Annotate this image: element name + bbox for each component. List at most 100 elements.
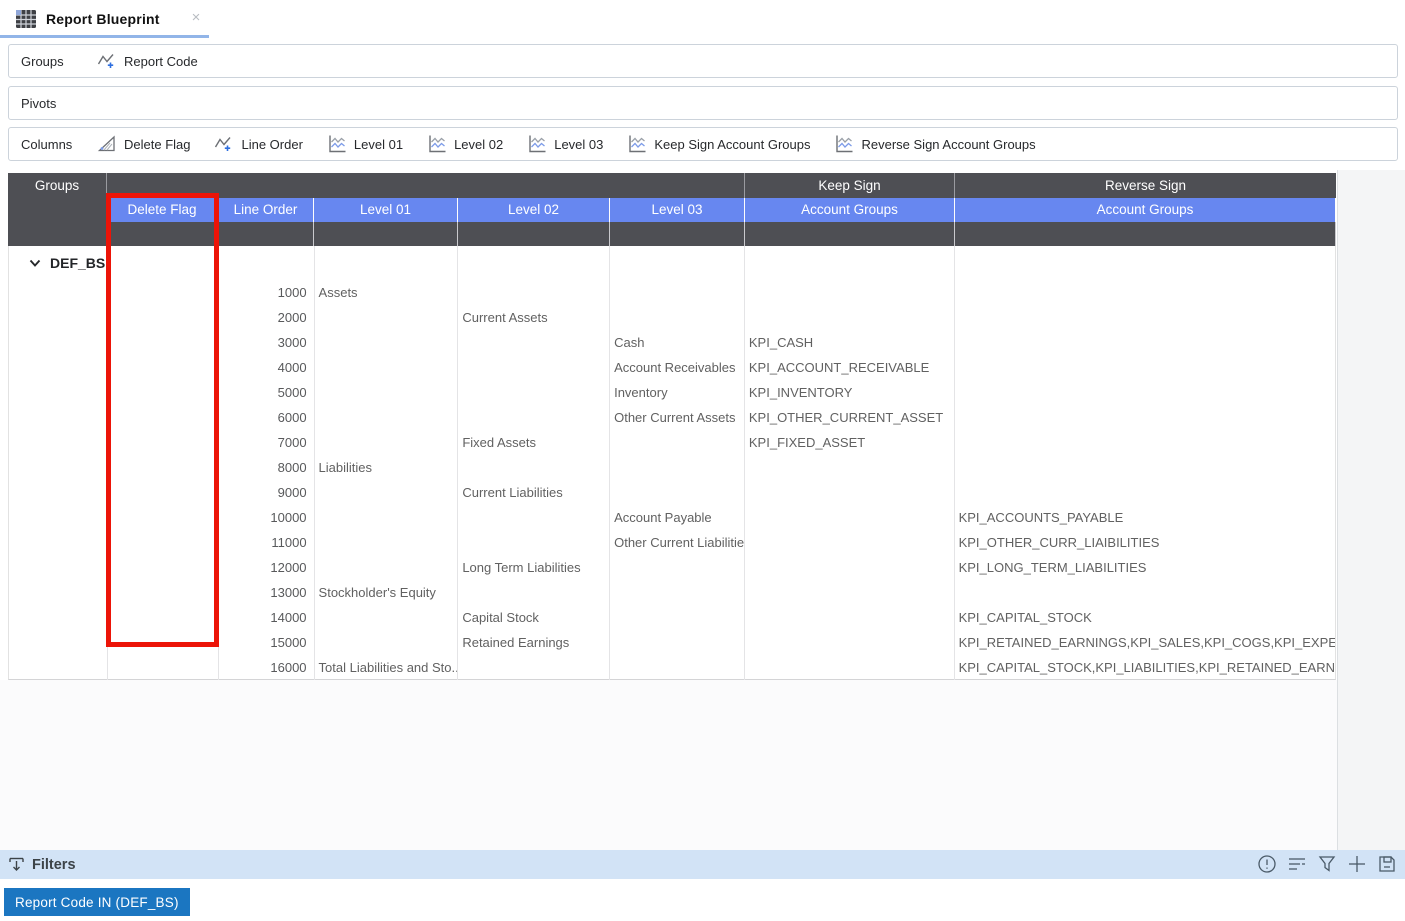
close-icon[interactable]: ×: [189, 11, 203, 25]
cell-keep-sign[interactable]: [745, 580, 955, 605]
cell-level01[interactable]: [315, 305, 459, 330]
cell-keep-sign[interactable]: KPI_CASH: [745, 330, 955, 355]
cell-line-order[interactable]: 15000: [219, 630, 315, 655]
cell-line-order[interactable]: 8000: [219, 455, 315, 480]
cell-level02[interactable]: [458, 455, 610, 480]
cell-keep-sign[interactable]: [745, 505, 955, 530]
cell-level03[interactable]: [610, 280, 745, 305]
chip-report-code[interactable]: Report Code: [97, 51, 198, 71]
alert-circle-icon[interactable]: [1256, 853, 1278, 875]
cell-line-order[interactable]: 2000: [219, 305, 315, 330]
cell-level03[interactable]: [610, 630, 745, 655]
cell-level03[interactable]: [610, 580, 745, 605]
grid-header-groups[interactable]: Groups: [8, 173, 107, 246]
cell-level01[interactable]: Liabilities: [315, 455, 459, 480]
cell-level01[interactable]: [315, 555, 459, 580]
cell-keep-sign[interactable]: KPI_INVENTORY: [745, 380, 955, 405]
cell-line-order[interactable]: 13000: [219, 580, 315, 605]
cell-delete-flag[interactable]: [108, 405, 219, 430]
header-filter-cell[interactable]: [610, 222, 745, 246]
save-icon[interactable]: [1376, 853, 1398, 875]
cell-line-order[interactable]: 4000: [219, 355, 315, 380]
cell-level02[interactable]: [458, 280, 610, 305]
chip-reverse-sign-account-groups[interactable]: Reverse Sign Account Groups: [834, 134, 1035, 154]
cell-level02[interactable]: [458, 405, 610, 430]
cell-keep-sign[interactable]: [745, 480, 955, 505]
cell-level02[interactable]: Capital Stock: [458, 605, 610, 630]
cell-level02[interactable]: Fixed Assets: [458, 430, 610, 455]
header-filter-cell[interactable]: [955, 222, 1336, 246]
cell-level03[interactable]: Inventory: [610, 380, 745, 405]
filter-chip-report-code[interactable]: Report Code IN (DEF_BS): [4, 888, 190, 916]
header-filter-cell[interactable]: [107, 222, 218, 246]
cell-level02[interactable]: [458, 355, 610, 380]
cell-reverse-sign[interactable]: KPI_ACCOUNTS_PAYABLE: [955, 505, 1335, 530]
cell-line-order[interactable]: 7000: [219, 430, 315, 455]
cell-level03[interactable]: Other Current Assets: [610, 405, 745, 430]
cell-delete-flag[interactable]: [108, 380, 219, 405]
cell-reverse-sign[interactable]: [955, 430, 1335, 455]
cell-keep-sign[interactable]: KPI_ACCOUNT_RECEIVABLE: [745, 355, 955, 380]
column-header-level-02[interactable]: Level 02: [458, 198, 610, 222]
cell-line-order[interactable]: 14000: [219, 605, 315, 630]
cell-delete-flag[interactable]: [108, 605, 219, 630]
cell-keep-sign[interactable]: [745, 280, 955, 305]
cell-line-order[interactable]: 6000: [219, 405, 315, 430]
cell-level03[interactable]: Other Current Liabilities: [610, 530, 745, 555]
cell-level03[interactable]: [610, 655, 745, 680]
cell-keep-sign[interactable]: [745, 605, 955, 630]
column-header-account-groups[interactable]: Account Groups: [955, 198, 1336, 222]
chip-level-02[interactable]: Level 02: [427, 134, 503, 154]
cell-reverse-sign[interactable]: KPI_OTHER_CURR_LIAIBILITIES: [955, 530, 1335, 555]
cell-level03[interactable]: Cash: [610, 330, 745, 355]
cell-reverse-sign[interactable]: [955, 355, 1335, 380]
cell-level02[interactable]: Current Assets: [458, 305, 610, 330]
cell-delete-flag[interactable]: [108, 455, 219, 480]
group-row-expander[interactable]: DEF_BS: [9, 246, 108, 280]
tab-report-blueprint[interactable]: Report Blueprint ×: [0, 0, 209, 38]
cell-keep-sign[interactable]: [745, 555, 955, 580]
cell-level01[interactable]: [315, 355, 459, 380]
cell-keep-sign[interactable]: [745, 630, 955, 655]
chip-level-03[interactable]: Level 03: [527, 134, 603, 154]
cell-delete-flag[interactable]: [108, 505, 219, 530]
cell-line-order[interactable]: 16000: [219, 655, 315, 680]
cell-level02[interactable]: [458, 655, 610, 680]
cell-level01[interactable]: [315, 430, 459, 455]
cell-level01[interactable]: [315, 480, 459, 505]
cell-reverse-sign[interactable]: [955, 330, 1335, 355]
cell-delete-flag[interactable]: [108, 480, 219, 505]
cell-keep-sign[interactable]: KPI_OTHER_CURRENT_ASSET: [745, 405, 955, 430]
column-header-level-01[interactable]: Level 01: [314, 198, 458, 222]
funnel-icon[interactable]: [1316, 853, 1338, 875]
cell-keep-sign[interactable]: [745, 530, 955, 555]
cell-level03[interactable]: [610, 455, 745, 480]
cell-reverse-sign[interactable]: [955, 580, 1335, 605]
cell-line-order[interactable]: 10000: [219, 505, 315, 530]
cell-keep-sign[interactable]: [745, 655, 955, 680]
cell-delete-flag[interactable]: [108, 430, 219, 455]
cell-keep-sign[interactable]: KPI_FIXED_ASSET: [745, 430, 955, 455]
cell-level03[interactable]: [610, 555, 745, 580]
cell-delete-flag[interactable]: [108, 280, 219, 305]
cell-level01[interactable]: Assets: [315, 280, 459, 305]
cell-delete-flag[interactable]: [108, 630, 219, 655]
cell-level03[interactable]: Account Receivables: [610, 355, 745, 380]
cell-level01[interactable]: [315, 405, 459, 430]
cell-level03[interactable]: [610, 305, 745, 330]
column-header-line-order[interactable]: Line Order: [218, 198, 314, 222]
cell-reverse-sign[interactable]: KPI_RETAINED_EARNINGS,KPI_SALES,KPI_COGS…: [955, 630, 1335, 655]
chip-delete-flag[interactable]: Delete Flag: [97, 134, 190, 154]
cell-level01[interactable]: Stockholder's Equity: [315, 580, 459, 605]
cell-level01[interactable]: [315, 505, 459, 530]
cell-line-order[interactable]: 9000: [219, 480, 315, 505]
cell-line-order[interactable]: 1000: [219, 280, 315, 305]
cell-delete-flag[interactable]: [108, 580, 219, 605]
cell-level01[interactable]: [315, 630, 459, 655]
chip-keep-sign-account-groups[interactable]: Keep Sign Account Groups: [627, 134, 810, 154]
chip-level-01[interactable]: Level 01: [327, 134, 403, 154]
cell-level03[interactable]: Account Payable: [610, 505, 745, 530]
column-header-level-03[interactable]: Level 03: [610, 198, 745, 222]
cell-delete-flag[interactable]: [108, 555, 219, 580]
cell-delete-flag[interactable]: [108, 355, 219, 380]
